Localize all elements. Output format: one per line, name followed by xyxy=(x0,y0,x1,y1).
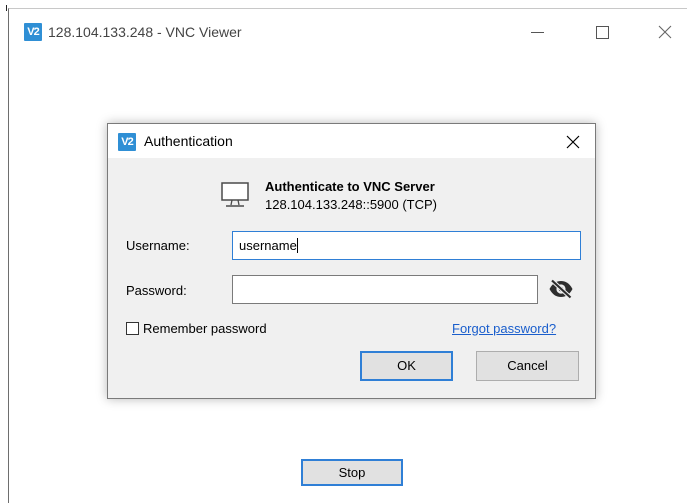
password-input[interactable] xyxy=(232,275,538,304)
dialog-title: Authentication xyxy=(144,133,233,149)
ok-button[interactable]: OK xyxy=(360,351,453,381)
text-caret xyxy=(296,238,298,253)
forgot-password-link[interactable]: Forgot password? xyxy=(452,321,556,336)
maximize-icon xyxy=(595,25,609,39)
server-address: 128.104.133.248::5900 (TCP) xyxy=(265,197,438,212)
close-icon xyxy=(658,25,672,39)
window-edge-mark xyxy=(6,5,7,11)
authentication-dialog: V2 Authentication Authenticate to VNC Se… xyxy=(107,123,596,399)
minimize-icon xyxy=(530,31,544,33)
cancel-button[interactable]: Cancel xyxy=(476,351,579,381)
dialog-heading: Authenticate to VNC Server xyxy=(265,179,435,194)
remember-password-label[interactable]: Remember password xyxy=(143,321,267,336)
vnc-logo-icon: V2 xyxy=(118,133,136,151)
password-label: Password: xyxy=(126,283,187,298)
window-close-button[interactable] xyxy=(642,15,687,49)
vnc-logo-icon: V2 xyxy=(24,23,42,41)
minimize-button[interactable] xyxy=(514,15,560,49)
dialog-close-button[interactable] xyxy=(560,131,586,153)
main-titlebar[interactable]: V2 128.104.133.248 - VNC Viewer xyxy=(9,9,687,57)
username-input[interactable]: username xyxy=(232,231,581,260)
remember-password-checkbox[interactable] xyxy=(126,322,139,335)
maximize-button[interactable] xyxy=(579,15,625,49)
dialog-titlebar[interactable]: V2 Authentication xyxy=(108,124,595,158)
close-icon xyxy=(566,135,580,149)
window-title: 128.104.133.248 - VNC Viewer xyxy=(48,24,242,40)
eye-slash-icon[interactable] xyxy=(548,279,574,299)
stop-button[interactable]: Stop xyxy=(301,459,403,486)
monitor-icon xyxy=(221,182,249,207)
username-label: Username: xyxy=(126,238,190,253)
username-value: username xyxy=(239,238,297,253)
